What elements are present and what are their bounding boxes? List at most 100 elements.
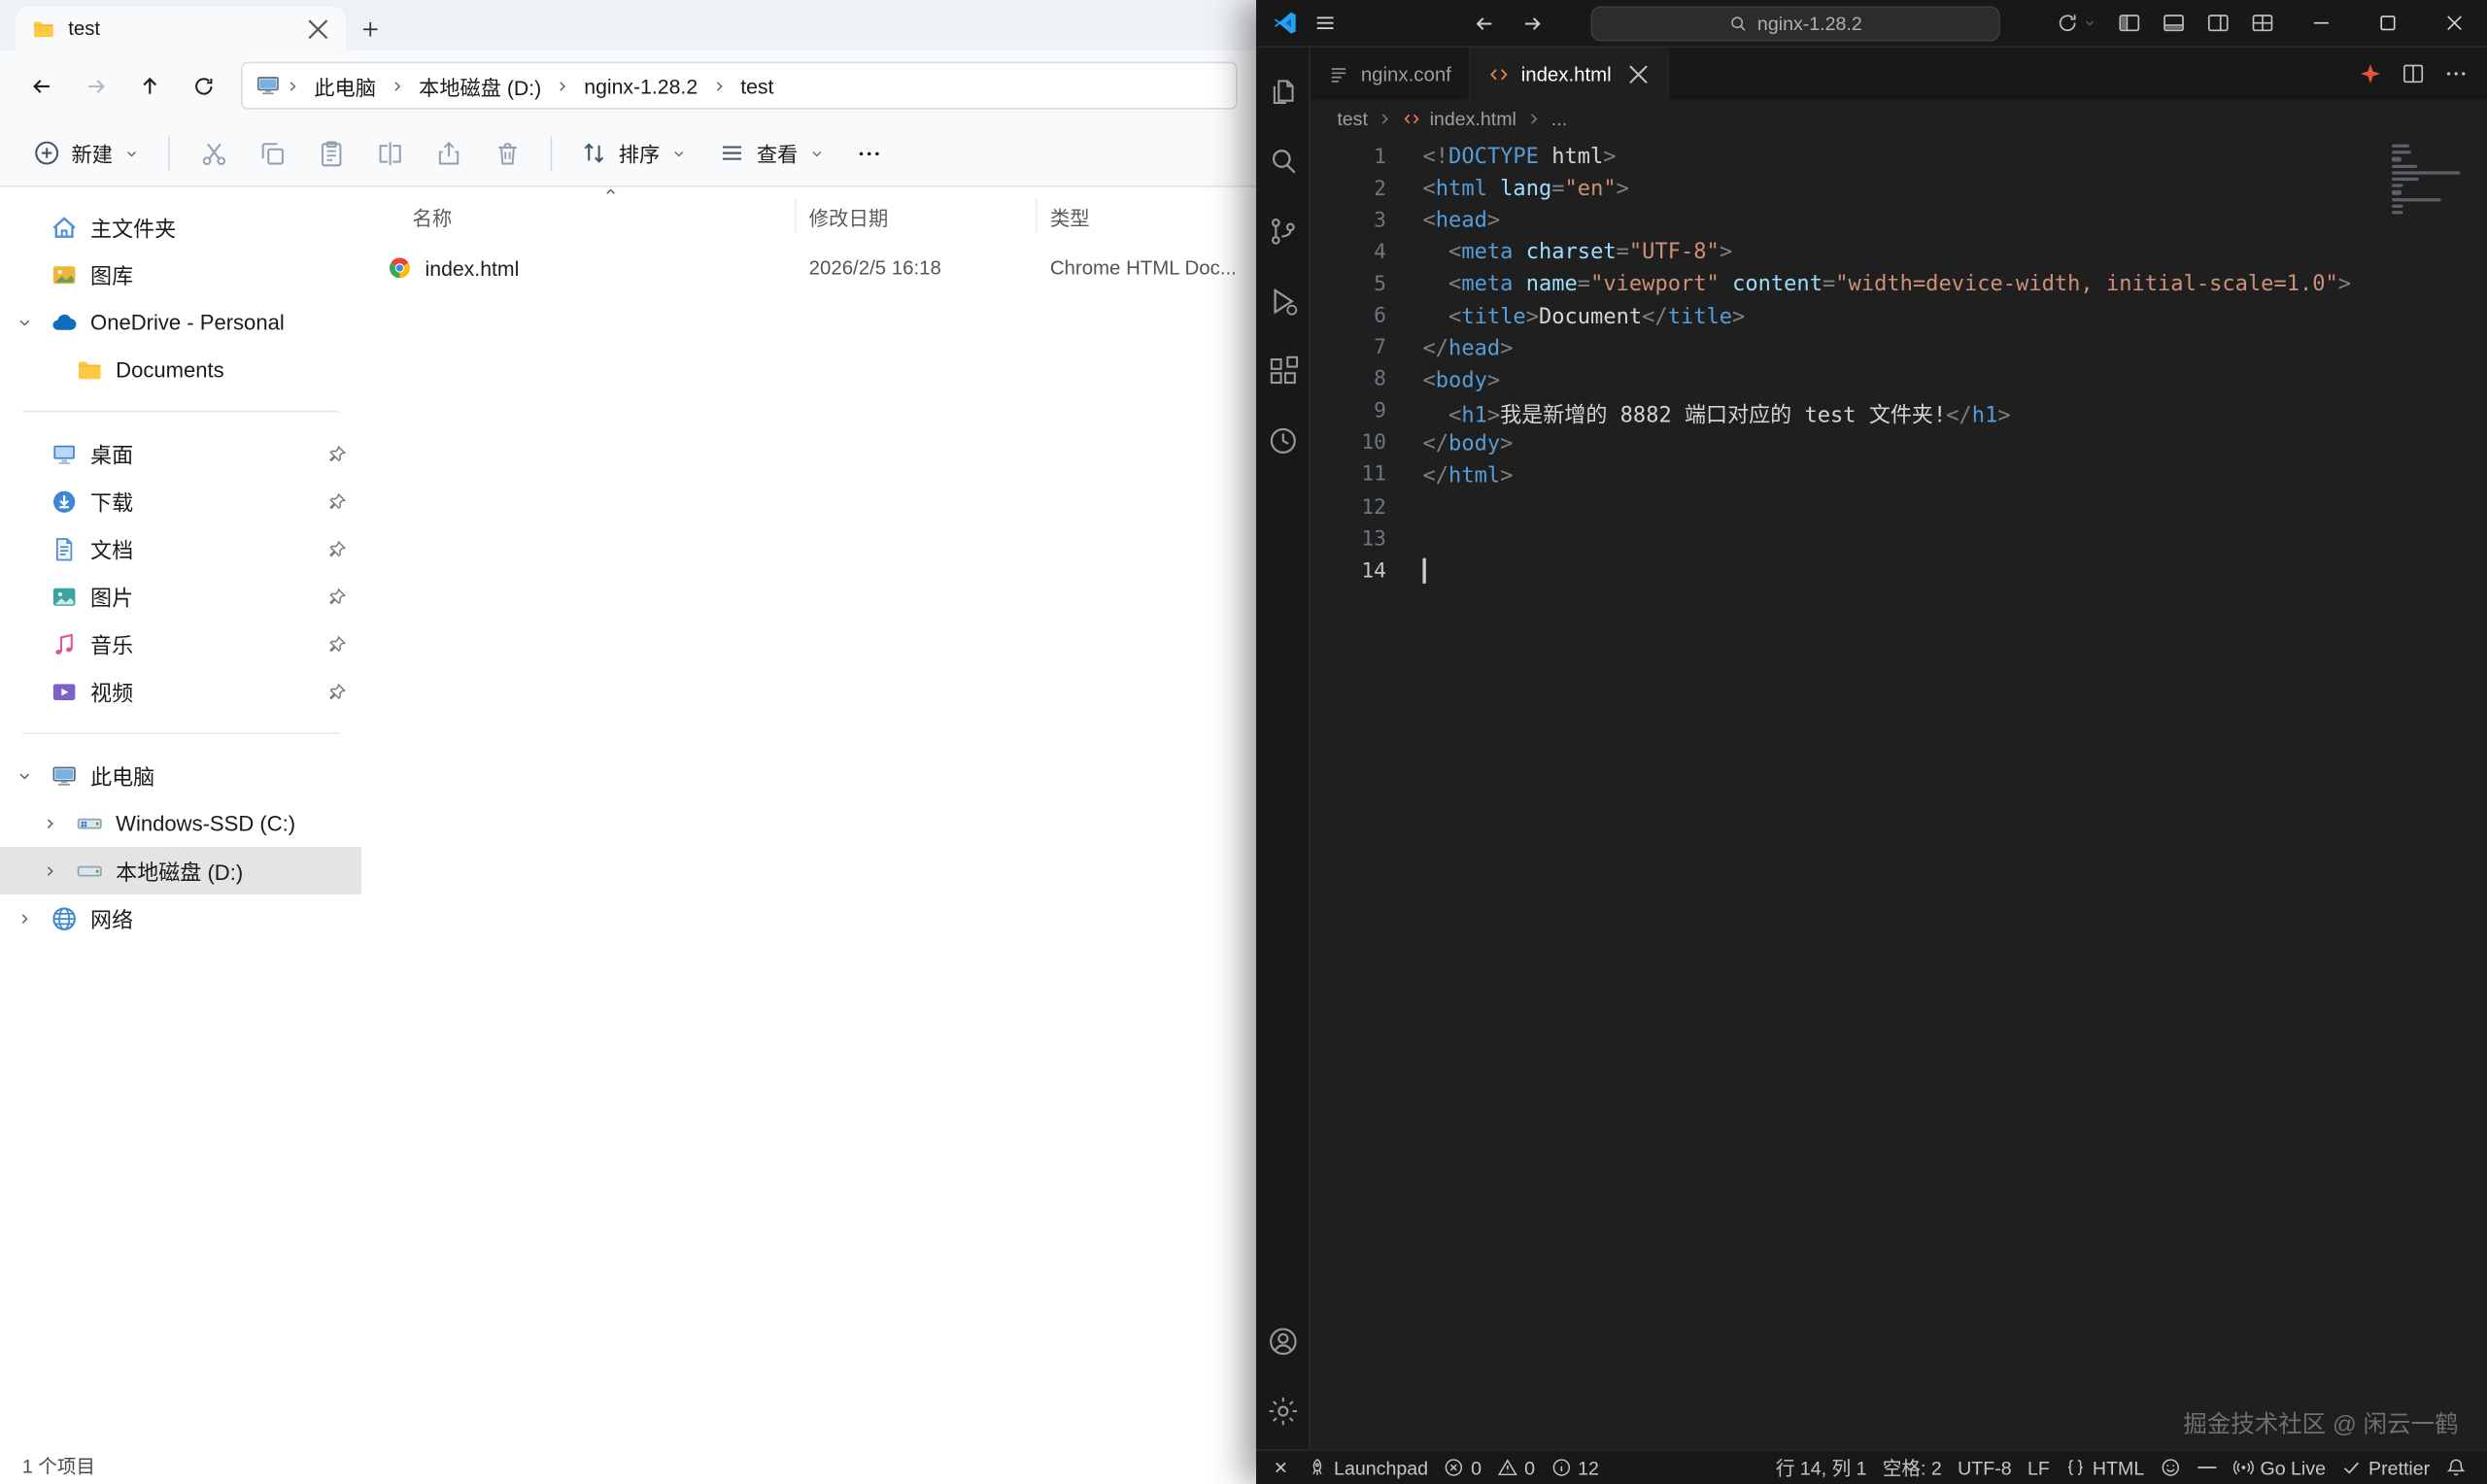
status-dashic[interactable] [2189,1450,2226,1484]
breadcrumb-segment[interactable]: 此电脑 [304,66,385,106]
status-remote[interactable] [1263,1450,1300,1484]
chevron-down-icon[interactable] [10,766,38,784]
column-header[interactable]: 名称 [371,198,797,233]
command-center-search[interactable]: nginx-1.28.2 [1591,6,2000,41]
sidebar-item[interactable]: 音乐 [0,620,361,667]
chevron-down-icon[interactable] [10,313,38,330]
column-header[interactable]: 类型 [1038,198,1244,233]
toggle-secondary-sidebar-button[interactable] [2198,4,2238,42]
sidebar-item[interactable]: 图片 [0,572,361,620]
activity-timeline[interactable] [1255,406,1310,476]
maximize-button[interactable] [2354,0,2421,47]
infoIc-icon [1550,1457,1571,1477]
sidebar-item[interactable]: 视频 [0,667,361,715]
more-actions-icon[interactable] [2444,62,2468,85]
sidebar-item[interactable]: Documents [0,346,361,393]
tab-close-icon[interactable] [1627,62,1650,84]
breadcrumb-segment[interactable]: ... [1551,107,1567,129]
chevron-right-icon[interactable] [35,814,63,831]
status-prettier[interactable]: Prettier [2334,1450,2437,1484]
close-button[interactable] [2420,0,2487,47]
refresh-button[interactable] [178,60,228,111]
activity-settings-gear[interactable] [1255,1376,1310,1446]
sidebar-item[interactable]: 桌面 [0,429,361,477]
status-launchpad[interactable]: Launchpad [1299,1450,1436,1484]
history-forward-icon[interactable] [1521,12,1544,34]
history-back-icon[interactable] [1474,12,1496,34]
breadcrumb-segment[interactable]: test [731,69,783,102]
sync-button[interactable] [2048,4,2105,42]
rename-button[interactable] [360,126,419,181]
breadcrumb-segment[interactable]: 本地磁盘 (D:) [409,66,551,106]
code-editor[interactable]: 1<!DOCTYPE html>2<html lang="en">3<head>… [1311,136,2487,1449]
status-smiley[interactable] [2152,1450,2189,1484]
activity-extensions[interactable] [1255,336,1310,406]
sidebar-item[interactable]: 文档 [0,524,361,572]
more-options-button[interactable] [842,126,897,181]
new-button[interactable]: 新建 [19,128,154,178]
sidebar-item[interactable]: 网络 [0,894,361,942]
sidebar-item[interactable]: 主文件夹 [0,203,361,251]
paste-button[interactable] [301,126,359,181]
sidebar-item[interactable]: 图库 [0,251,361,298]
explorer-tab[interactable]: test [16,7,346,51]
activity-search[interactable] [1255,127,1310,197]
status-bell[interactable] [2437,1450,2474,1484]
sidebar-item[interactable]: 本地磁盘 (D:) [0,847,361,894]
up-button[interactable] [123,60,174,111]
editor-breadcrumb[interactable]: test index.html... [1311,100,2487,137]
breadcrumb-segment[interactable]: test [1337,107,1368,129]
toggle-panel-button[interactable] [2154,4,2194,42]
back-button[interactable] [16,60,66,111]
videos-icon [51,678,78,705]
activity-account[interactable] [1255,1306,1310,1376]
minimize-button[interactable] [2287,0,2354,47]
ellipsis-icon [857,140,882,165]
column-header[interactable]: 修改日期 [797,198,1038,233]
sidebar-item[interactable]: Windows-SSD (C:) [0,799,361,847]
sidebar-item[interactable]: OneDrive - Personal [0,298,361,346]
tab-close-icon[interactable] [306,17,329,40]
status-0[interactable]: 0 [1489,1450,1543,1484]
status-utf-8[interactable]: UTF-8 [1950,1450,2020,1484]
customize-layout-button[interactable] [2243,4,2283,42]
breadcrumb[interactable]: 此电脑本地磁盘 (D:) nginx-1.28.2 test [241,62,1237,110]
share-button[interactable] [419,126,477,181]
sidebar-item[interactable]: 下载 [0,477,361,524]
minimap[interactable] [2392,145,2465,238]
forward-button[interactable] [70,60,120,111]
new-tab-button[interactable] [346,7,393,51]
activity-run-debug[interactable] [1255,266,1310,336]
activity-explorer[interactable] [1255,57,1310,127]
menu-icon[interactable] [1313,11,1337,34]
chevron-right-icon[interactable] [35,861,63,879]
status-lf[interactable]: LF [2020,1450,2058,1484]
breadcrumb-segment[interactable]: index.html [1430,107,1516,129]
copy-button[interactable] [243,126,301,181]
sidebar-item-label: Windows-SSD (C:) [116,811,295,834]
code-line: 1<!DOCTYPE html> [1311,141,2487,173]
status-12[interactable]: 12 [1543,1450,1607,1484]
editor-tab[interactable]: index.html [1470,48,1668,100]
extension-spark-icon[interactable] [2359,62,2382,85]
status-0[interactable]: 0 [1436,1450,1489,1484]
chevron-right-icon[interactable] [10,909,38,927]
status-空格-2[interactable]: 空格: 2 [1875,1450,1950,1484]
status-行-14-列-1[interactable]: 行 14, 列 1 [1768,1450,1875,1484]
breadcrumb-segment[interactable]: nginx-1.28.2 [575,69,707,102]
view-button[interactable]: 查看 [704,128,839,178]
trash-button[interactable] [477,126,535,181]
sort-button[interactable]: 排序 [566,128,701,178]
toggle-sidebar-button[interactable] [2109,4,2149,42]
editor-tab[interactable]: nginx.conf [1311,48,1471,100]
activity-source-control[interactable] [1255,196,1310,266]
minimap-line [2392,178,2418,182]
status-go-live[interactable]: Go Live [2226,1450,2334,1484]
actScm-icon [1265,214,1300,249]
file-row[interactable]: index.html2026/2/5 16:18Chrome HTML Doc.… [371,244,1256,291]
split-editor-icon[interactable] [2402,62,2425,85]
downloads-icon [51,488,78,515]
cut-button[interactable] [184,126,242,181]
sidebar-item[interactable]: 此电脑 [0,752,361,799]
status-html[interactable]: HTML [2058,1450,2152,1484]
